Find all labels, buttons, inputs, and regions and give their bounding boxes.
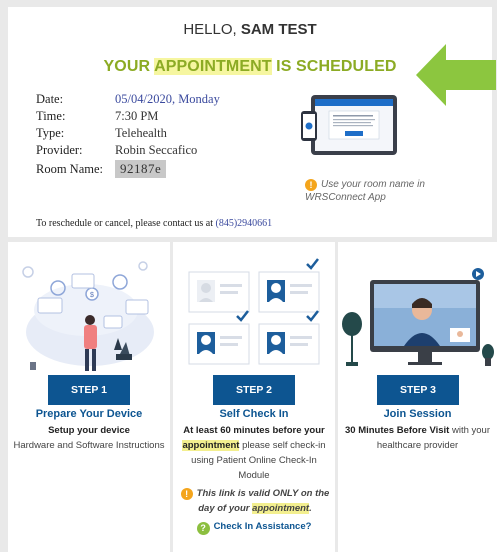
user-name: SAM TEST bbox=[240, 21, 317, 38]
detail-value: Robin Seccafico bbox=[115, 143, 198, 157]
detail-value: 05/04/2020, Monday bbox=[115, 92, 220, 106]
hardware-instructions-link[interactable]: Hardware and Software Instructions bbox=[13, 440, 164, 451]
step-3-title: Join Session bbox=[383, 408, 452, 420]
validity-note-c: . bbox=[309, 503, 312, 514]
detail-row-time: Time: 7:30 PM bbox=[36, 108, 220, 125]
step-2-title: Self Check In bbox=[219, 408, 289, 420]
step-3-line1a: 30 Minutes Before Visit bbox=[344, 425, 450, 436]
detail-row-date: Date: 05/04/2020, Monday bbox=[36, 91, 220, 108]
step-3-text: 30 Minutes Before Visit with your health… bbox=[340, 423, 495, 453]
detail-row-room: Room Name: 92187e bbox=[36, 159, 220, 179]
headline-part1: YOUR bbox=[103, 58, 155, 75]
step-card-prepare-device: $ STEP 1 Prepare Your Device Setup your … bbox=[8, 242, 170, 552]
room-name-note: ! Use your room name in WRSConnect App bbox=[305, 178, 455, 204]
step-1-title: Prepare Your Device bbox=[35, 408, 143, 420]
headline-part2: IS SCHEDULED bbox=[271, 58, 397, 75]
greeting-text: HELLO, bbox=[183, 21, 237, 38]
detail-label: Type: bbox=[36, 126, 65, 140]
step-2-button[interactable]: STEP 2 bbox=[213, 375, 295, 405]
link-validity-note: ! This link is valid ONLY on the day of y… bbox=[179, 486, 331, 516]
detail-label: Date: bbox=[36, 92, 64, 106]
app-note-text: Use your room name in WRSConnect App bbox=[305, 179, 425, 203]
step-1-button[interactable]: STEP 1 bbox=[48, 375, 130, 405]
step-2-text: At least 60 minutes before your appointm… bbox=[175, 423, 333, 483]
check-in-assistance-link[interactable]: ? Check In Assistance? bbox=[173, 521, 335, 535]
detail-row-provider: Provider: Robin Seccafico bbox=[36, 142, 220, 159]
step-card-join-session: STEP 3 Join Session 30 Minutes Before Vi… bbox=[338, 242, 497, 552]
greeting: HELLO, SAM TEST bbox=[8, 21, 492, 38]
arrow-left-icon bbox=[416, 44, 496, 106]
detail-label: Room Name: bbox=[36, 161, 104, 176]
assist-text[interactable]: Check In Assistance? bbox=[214, 521, 312, 532]
help-icon: ? bbox=[196, 522, 210, 535]
headline-highlight: APPOINTMENT bbox=[154, 58, 272, 75]
detail-label: Time: bbox=[36, 109, 66, 123]
detail-label: Provider: bbox=[36, 143, 83, 157]
contact-text: To reschedule or cancel, please contact … bbox=[36, 218, 216, 229]
validity-note-b: appointment bbox=[252, 503, 310, 514]
step-2-line1b: appointment bbox=[182, 440, 240, 451]
step-card-self-check-in: STEP 2 Self Check In At least 60 minutes… bbox=[173, 242, 335, 552]
warning-icon: ! bbox=[180, 488, 193, 500]
video-call-illustration bbox=[342, 268, 494, 366]
person-with-devices-illustration: $ bbox=[22, 261, 154, 371]
svg-text:$: $ bbox=[90, 292, 94, 299]
step-3-button[interactable]: STEP 3 bbox=[377, 375, 459, 405]
step-2-line1a: At least 60 minutes before your bbox=[183, 425, 325, 436]
reschedule-contact: To reschedule or cancel, please contact … bbox=[36, 218, 272, 229]
contact-phone-link[interactable]: (845)2940661 bbox=[216, 218, 273, 229]
profile-cards-illustration bbox=[188, 258, 320, 365]
step-1-text: Setup your device Hardware and Software … bbox=[10, 423, 168, 453]
step-1-line1: Setup your device bbox=[48, 425, 130, 436]
detail-value: 7:30 PM bbox=[115, 109, 159, 123]
detail-row-type: Type: Telehealth bbox=[36, 125, 220, 142]
detail-value: Telehealth bbox=[115, 126, 167, 140]
appointment-details: Date: 05/04/2020, Monday Time: 7:30 PM T… bbox=[36, 91, 220, 179]
warning-icon: ! bbox=[305, 179, 317, 191]
room-name-value: 92187e bbox=[115, 160, 167, 178]
app-screenshot-illustration bbox=[301, 95, 397, 155]
